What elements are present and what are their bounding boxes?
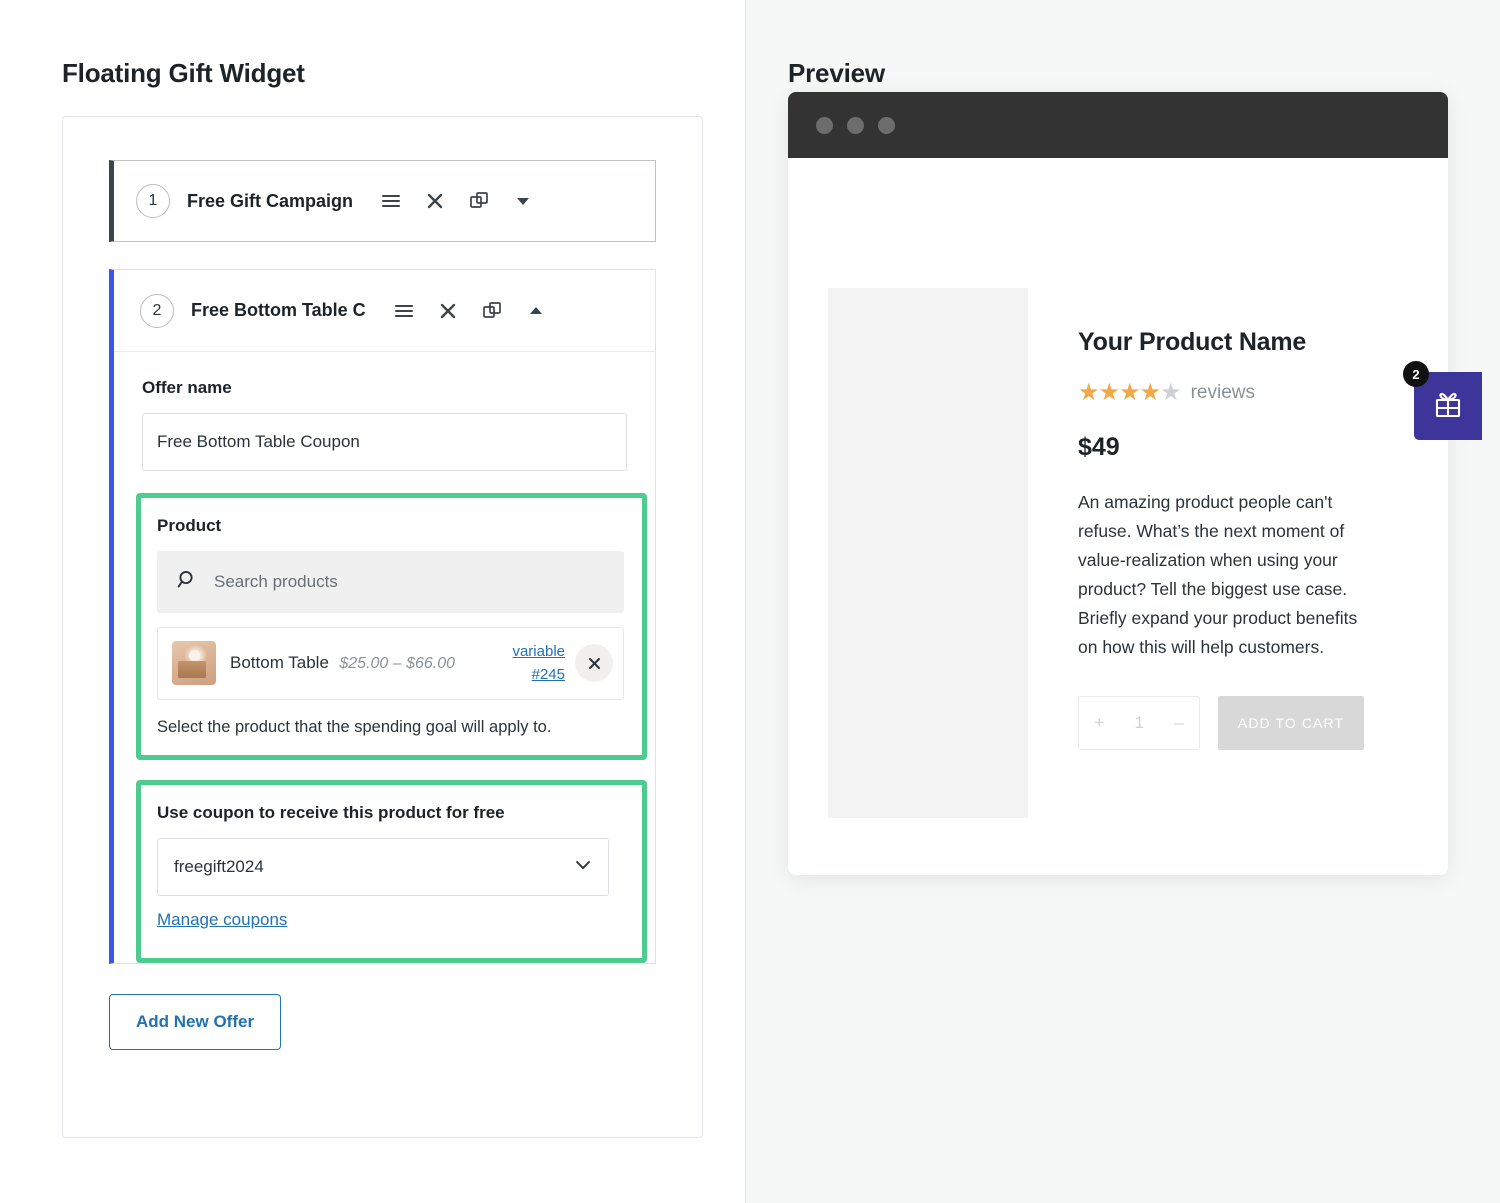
product-section-highlight: Product Search products Bottom Table $25… xyxy=(136,493,647,760)
add-new-offer-button[interactable]: Add New Offer xyxy=(109,993,282,1050)
selected-product-row: Bottom Table $25.00 – $66.00 variable #2… xyxy=(157,627,624,700)
settings-panel: Floating Gift Widget 1 Free Gift Campaig… xyxy=(0,0,745,1203)
product-meta: Bottom Table $25.00 – $66.00 xyxy=(230,650,512,677)
preview-product-info: Your Product Name ★ ★ ★ ★ ★ reviews $49 … xyxy=(1078,288,1378,818)
product-type-link[interactable]: variable xyxy=(512,640,565,663)
product-helper-text: Select the product that the spending goa… xyxy=(157,717,552,736)
reviews-label: reviews xyxy=(1190,382,1255,403)
preview-cart-controls: + 1 – ADD TO CART xyxy=(1078,696,1378,751)
offer-item-1[interactable]: 1 Free Gift Campaign xyxy=(109,160,656,242)
star-icon-filled: ★ xyxy=(1139,379,1161,406)
chevron-up-icon[interactable] xyxy=(514,289,558,333)
browser-dot-close xyxy=(816,116,833,134)
manage-coupons-link[interactable]: Manage coupons xyxy=(157,910,287,930)
gift-icon xyxy=(1431,387,1465,426)
quantity-increase-button[interactable]: + xyxy=(1094,713,1104,733)
preview-panel: Preview Your Product Name ★ ★ ★ ★ ★ revi… xyxy=(746,0,1500,1203)
product-label: Product xyxy=(157,516,222,535)
product-image-placeholder xyxy=(828,288,1028,818)
chevron-down-icon[interactable] xyxy=(501,179,545,223)
preview-product-description: An amazing product people can't refuse. … xyxy=(1078,492,1358,658)
star-icon-filled: ★ xyxy=(1078,379,1099,406)
offer-header-2[interactable]: 2 Free Bottom Table C xyxy=(114,270,655,352)
offer-name-input[interactable] xyxy=(142,413,627,471)
product-search-placeholder: Search products xyxy=(214,572,338,591)
preview-product-price: $49 xyxy=(1078,433,1120,461)
coupon-selected-value: freegift2024 xyxy=(174,856,264,876)
offer-name-label: Offer name xyxy=(142,378,232,397)
drag-handle-icon[interactable] xyxy=(382,289,426,333)
star-icon-filled: ★ xyxy=(1119,379,1140,406)
product-id-link[interactable]: #245 xyxy=(512,663,565,686)
add-to-cart-button[interactable]: ADD TO CART xyxy=(1218,696,1364,751)
coupon-select-wrap: freegift2024 xyxy=(157,837,609,896)
product-thumbnail xyxy=(172,641,216,686)
page-title: Floating Gift Widget xyxy=(62,58,305,88)
product-price: $25.00 – $66.00 xyxy=(339,654,456,672)
quantity-stepper[interactable]: + 1 – xyxy=(1078,696,1200,751)
preview-rating: ★ ★ ★ ★ ★ reviews xyxy=(1078,381,1378,405)
app-root: Floating Gift Widget 1 Free Gift Campaig… xyxy=(0,0,1500,1203)
quantity-decrease-button[interactable]: – xyxy=(1174,713,1183,733)
coupon-label: Use coupon to receive this product for f… xyxy=(157,802,505,822)
browser-dot-minimize xyxy=(847,116,864,134)
star-icon-filled: ★ xyxy=(1098,379,1120,406)
product-name: Bottom Table xyxy=(230,652,329,672)
coupon-section-highlight: Use coupon to receive this product for f… xyxy=(136,779,647,963)
offers-card: 1 Free Gift Campaign 2 Free Bottom Table… xyxy=(62,116,703,1138)
close-icon[interactable] xyxy=(426,289,470,333)
product-search-field[interactable]: Search products xyxy=(157,551,624,613)
offer-index-badge: 1 xyxy=(136,184,170,218)
offer-header-1[interactable]: 1 Free Gift Campaign xyxy=(114,161,545,241)
offer-list: 1 Free Gift Campaign 2 Free Bottom Table… xyxy=(63,117,702,964)
add-offer-wrap: Add New Offer xyxy=(63,964,702,1090)
browser-mockup: Your Product Name ★ ★ ★ ★ ★ reviews $49 … xyxy=(788,92,1482,875)
browser-title-bar xyxy=(788,92,1448,158)
floating-gift-widget[interactable]: 2 xyxy=(1403,361,1482,440)
offer-item-2: 2 Free Bottom Table C Offer name Free Bo… xyxy=(109,269,656,964)
star-icon-empty: ★ xyxy=(1160,379,1181,406)
product-links: variable #245 xyxy=(512,640,565,687)
search-icon xyxy=(177,569,198,595)
offer-index-badge: 2 xyxy=(140,293,174,328)
remove-product-button[interactable] xyxy=(575,644,613,683)
drag-handle-icon[interactable] xyxy=(369,179,413,223)
offer-actions-2 xyxy=(382,289,558,333)
duplicate-icon[interactable] xyxy=(470,289,514,333)
quantity-value: 1 xyxy=(1134,713,1144,733)
gift-count-badge: 2 xyxy=(1403,361,1429,387)
browser-content: Your Product Name ★ ★ ★ ★ ★ reviews $49 … xyxy=(788,158,1448,818)
offer-actions-1 xyxy=(369,179,545,223)
offer-title: Free Bottom Table C xyxy=(191,300,366,320)
preview-product-name: Your Product Name xyxy=(1078,328,1307,356)
browser-dot-maximize xyxy=(878,116,895,134)
duplicate-icon[interactable] xyxy=(457,179,501,223)
offer-title: Free Gift Campaign xyxy=(187,190,354,211)
preview-title: Preview xyxy=(788,58,885,88)
close-icon[interactable] xyxy=(413,179,457,223)
coupon-select[interactable]: freegift2024 xyxy=(157,837,609,896)
offer-name-field-block: Offer name xyxy=(114,352,655,471)
